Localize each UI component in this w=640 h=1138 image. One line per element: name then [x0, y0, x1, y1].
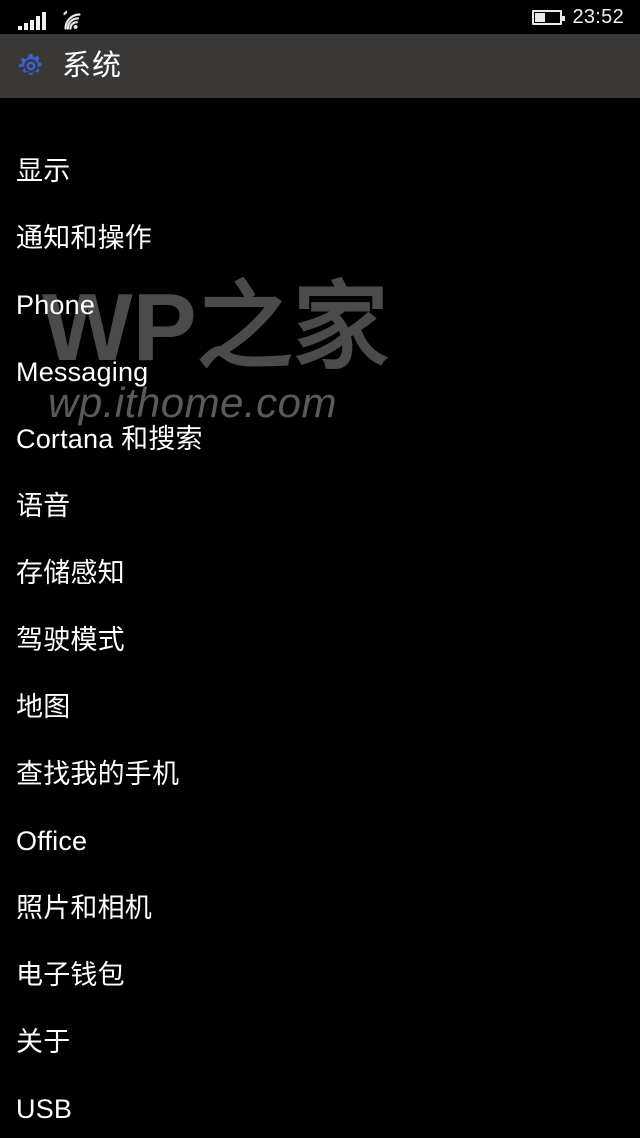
settings-list-item[interactable]: Cortana 和搜索	[0, 406, 640, 473]
battery-icon	[532, 9, 566, 25]
settings-list-item[interactable]: 存储感知	[0, 540, 640, 607]
settings-list-item-label: 电子钱包	[16, 960, 125, 990]
settings-list-item[interactable]: Office	[0, 808, 640, 875]
status-bar-right: 23:52	[532, 7, 624, 27]
settings-list-item[interactable]: 显示	[0, 98, 640, 205]
status-bar: 23:52	[0, 0, 640, 34]
settings-list-item[interactable]: Messaging	[0, 339, 640, 406]
settings-list-item-label: 通知和操作	[16, 223, 152, 253]
settings-list-item[interactable]: 关于	[0, 1009, 640, 1076]
settings-list-item[interactable]: Phone	[0, 272, 640, 339]
settings-list-item[interactable]: 驾驶模式	[0, 607, 640, 674]
page-title: 系统	[62, 49, 123, 82]
settings-list-item[interactable]: 通知和操作	[0, 205, 640, 272]
page-header: 系统	[0, 34, 640, 98]
settings-list-item[interactable]: 照片和相机	[0, 875, 640, 942]
status-bar-left	[18, 0, 85, 38]
settings-list-item[interactable]: 电子钱包	[0, 942, 640, 1009]
settings-list-item-label: USB	[16, 1094, 73, 1124]
gear-icon	[16, 51, 46, 81]
settings-list-item-label: Cortana 和搜索	[16, 424, 203, 454]
settings-list-item-label: 查找我的手机	[16, 759, 180, 789]
settings-list-item-label: 存储感知	[16, 558, 125, 588]
settings-list-item-label: Phone	[16, 290, 96, 320]
settings-list-item-label: 地图	[16, 692, 71, 722]
settings-list-item[interactable]: 查找我的手机	[0, 741, 640, 808]
settings-list-item[interactable]: 语音	[0, 473, 640, 540]
settings-list-item-label: Office	[16, 826, 88, 856]
wifi-icon	[59, 10, 85, 30]
settings-list-item-label: 关于	[16, 1027, 71, 1057]
settings-list-item-label: 驾驶模式	[16, 625, 125, 655]
settings-list-item[interactable]: USB	[0, 1076, 640, 1138]
phone-screen: 23:52 系统 WP之家 wp.ithome.com 显示 通知和操作 Phone…	[0, 0, 640, 1138]
settings-list-item[interactable]: 地图	[0, 674, 640, 741]
status-bar-clock: 23:52	[572, 6, 624, 28]
settings-list-item-label: Messaging	[16, 357, 149, 387]
settings-list[interactable]: 显示通知和操作 Phone Messaging Cortana 和搜索 语音存储感知驾驶…	[0, 98, 640, 1138]
settings-list-item-label: 照片和相机	[16, 893, 152, 923]
settings-list-item-label: 语音	[16, 491, 71, 521]
cellular-signal-icon	[18, 12, 46, 30]
settings-list-item-label: 显示	[16, 156, 71, 186]
